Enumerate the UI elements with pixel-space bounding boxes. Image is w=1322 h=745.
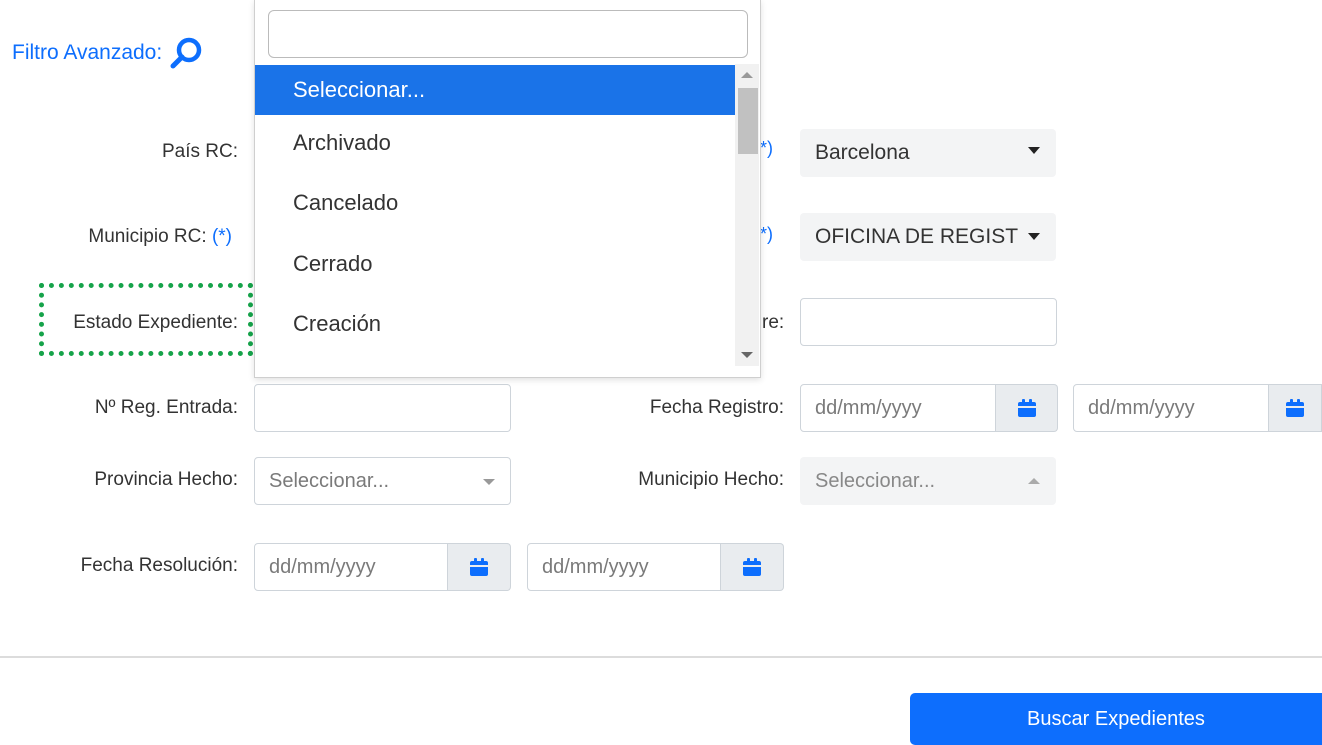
reg-entrada-input[interactable] bbox=[254, 384, 511, 432]
scroll-up-icon[interactable] bbox=[741, 72, 753, 78]
calendar-icon bbox=[743, 558, 761, 576]
oficina-value: OFICINA DE REGIST bbox=[815, 225, 1019, 248]
date-placeholder: dd/mm/yyyy bbox=[1088, 396, 1195, 419]
dropdown-scrollbar-thumb[interactable] bbox=[738, 88, 758, 154]
dropdown-option-seleccionar[interactable]: Seleccionar... bbox=[255, 65, 735, 115]
dropdown-option-creacion[interactable]: Creación bbox=[255, 299, 735, 349]
calendar-icon bbox=[1017, 399, 1036, 417]
search-expedientes-button[interactable]: Buscar Expedientes bbox=[910, 693, 1322, 745]
fecha-registro-from-input[interactable]: dd/mm/yyyy bbox=[800, 384, 996, 432]
dropdown-search-input[interactable] bbox=[268, 10, 748, 58]
fecha-resolucion-from-input[interactable]: dd/mm/yyyy bbox=[254, 543, 448, 591]
select-placeholder: Seleccionar... bbox=[269, 469, 390, 492]
section-divider bbox=[0, 656, 1322, 658]
fecha-resolucion-label: Fecha Resolución: bbox=[80, 555, 238, 576]
fecha-registro-to-input[interactable]: dd/mm/yyyy bbox=[1073, 384, 1269, 432]
fecha-resolucion-to-calendar-button[interactable] bbox=[721, 543, 784, 591]
reg-entrada-label: Nº Reg. Entrada: bbox=[94, 397, 238, 418]
date-placeholder: dd/mm/yyyy bbox=[269, 555, 376, 578]
advanced-filter-label: Filtro Avanzado: bbox=[12, 41, 163, 64]
municipio-rc-required-marker: (*) bbox=[211, 226, 232, 247]
date-placeholder: dd/mm/yyyy bbox=[815, 396, 922, 419]
dropdown-option-cerrado[interactable]: Cerrado bbox=[255, 239, 735, 289]
oficina-required-marker: *) bbox=[760, 224, 773, 244]
pais-rc-label: País RC: bbox=[161, 141, 238, 162]
nombre-input[interactable] bbox=[800, 298, 1057, 346]
provincia-rc-value: Barcelona bbox=[815, 141, 910, 164]
fecha-resolucion-to-input[interactable]: dd/mm/yyyy bbox=[527, 543, 721, 591]
select-placeholder: Seleccionar... bbox=[815, 469, 936, 492]
scroll-down-icon[interactable] bbox=[741, 352, 753, 358]
provincia-hecho-select[interactable]: Seleccionar... bbox=[254, 457, 511, 505]
municipio-rc-label: Municipio RC: (*) bbox=[20, 226, 232, 248]
chevron-up-icon bbox=[1028, 478, 1040, 484]
calendar-icon bbox=[470, 558, 488, 576]
chevron-down-icon bbox=[1028, 147, 1040, 154]
provincia-required-marker: *) bbox=[760, 138, 773, 158]
provincia-hecho-label: Provincia Hecho: bbox=[94, 469, 238, 490]
chevron-down-icon bbox=[483, 479, 495, 485]
municipio-hecho-select[interactable]: Seleccionar... bbox=[800, 457, 1056, 505]
fecha-registro-to-calendar-button[interactable] bbox=[1269, 384, 1322, 432]
oficina-select[interactable]: OFICINA DE REGIST bbox=[800, 213, 1056, 261]
calendar-icon bbox=[1286, 399, 1304, 417]
fecha-registro-label: Fecha Registro: bbox=[649, 397, 784, 418]
partial-label-fragment: re: bbox=[762, 312, 785, 333]
dropdown-option-archivado[interactable]: Archivado bbox=[255, 118, 735, 168]
advanced-filter-title: Filtro Avanzado: bbox=[12, 36, 204, 70]
fecha-registro-from-calendar-button[interactable] bbox=[996, 384, 1058, 432]
chevron-down-icon bbox=[1028, 233, 1040, 240]
date-placeholder: dd/mm/yyyy bbox=[542, 555, 649, 578]
provincia-rc-select[interactable]: Barcelona bbox=[800, 129, 1056, 177]
municipio-rc-label-text: Municipio RC: bbox=[88, 226, 207, 247]
municipio-hecho-label: Municipio Hecho: bbox=[638, 469, 784, 490]
dropdown-option-cancelado[interactable]: Cancelado bbox=[255, 178, 735, 228]
estado-expediente-highlight bbox=[39, 283, 253, 356]
search-icon[interactable] bbox=[170, 36, 204, 70]
fecha-resolucion-from-calendar-button[interactable] bbox=[448, 543, 511, 591]
estado-expediente-dropdown: Seleccionar... Archivado Cancelado Cerra… bbox=[254, 0, 761, 378]
